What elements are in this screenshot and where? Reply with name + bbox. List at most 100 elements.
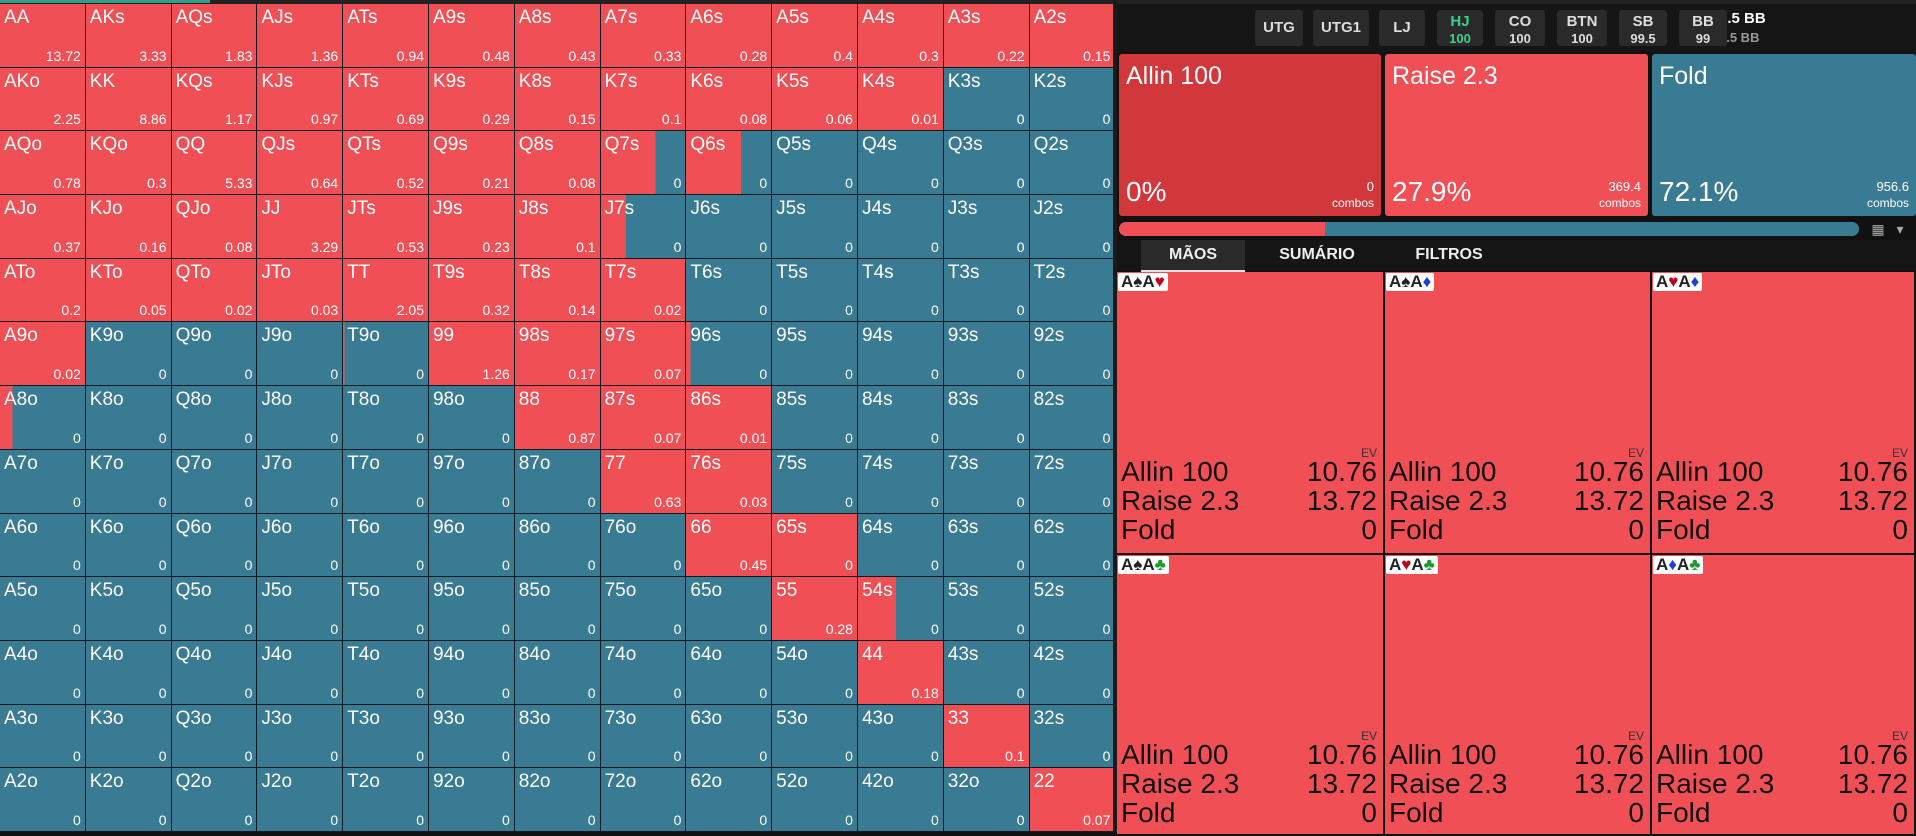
position-bb[interactable]: BB 99	[1679, 10, 1727, 46]
range-cell[interactable]: Q2o 0	[171, 768, 258, 832]
range-cell[interactable]: Q4s 0	[857, 131, 944, 196]
position-hj[interactable]: HJ 100	[1437, 10, 1483, 46]
range-cell[interactable]: K7s 0.1	[600, 67, 687, 132]
range-cell[interactable]: J2o 0	[257, 768, 344, 832]
range-cell[interactable]: 66 0.45	[686, 513, 773, 578]
range-cell[interactable]: 86o 0	[514, 513, 601, 578]
range-cell[interactable]: JTo 0.03	[257, 258, 344, 323]
range-cell[interactable]: J6s 0	[686, 195, 773, 259]
range-cell[interactable]: KJs 0.97	[257, 67, 344, 132]
range-cell[interactable]: 86s 0.01	[686, 386, 773, 450]
range-cell[interactable]: 85o 0	[514, 577, 601, 641]
range-cell[interactable]: 85s 0	[772, 386, 858, 450]
range-cell[interactable]: J7o 0	[257, 449, 344, 514]
range-cell[interactable]: 95s 0	[772, 322, 858, 387]
range-cell[interactable]: T6s 0	[686, 258, 773, 323]
range-cell[interactable]: KTo 0.05	[85, 258, 172, 323]
range-cell[interactable]: Q9o 0	[171, 322, 258, 387]
range-cell[interactable]: A7s 0.33	[600, 4, 687, 68]
range-cell[interactable]: 84o 0	[514, 640, 601, 705]
range-cell[interactable]: 92o 0	[428, 768, 515, 832]
hand-combo-card[interactable]: A♠A♣ EV Allin 100 10.76 Raise 2.3 13.72 Fold 0	[1117, 555, 1385, 836]
range-cell[interactable]: 75s 0	[772, 449, 858, 514]
range-cell[interactable]: 33 0.1	[943, 704, 1030, 769]
range-cell[interactable]: 96s 0	[686, 322, 773, 387]
range-cell[interactable]: T6o 0	[343, 513, 429, 578]
range-cell[interactable]: 87s 0.07	[600, 386, 687, 450]
range-cell[interactable]: Q5o 0	[171, 577, 258, 641]
range-cell[interactable]: KJo 0.16	[85, 195, 172, 259]
range-cell[interactable]: 92s 0	[1029, 322, 1116, 387]
action-card-allin[interactable]: Allin 100 0% 0 combos	[1119, 54, 1381, 216]
chevron-down-icon[interactable]: ▾	[1891, 221, 1909, 237]
range-cell[interactable]: Q7s 0	[600, 131, 687, 196]
range-cell[interactable]: Q4o 0	[171, 640, 258, 705]
range-cell[interactable]: J3o 0	[257, 704, 344, 769]
range-cell[interactable]: KTs 0.69	[343, 67, 429, 132]
range-cell[interactable]: 65s 0	[772, 513, 858, 578]
range-cell[interactable]: QTo 0.02	[171, 258, 258, 323]
position-utg[interactable]: UTG	[1255, 10, 1303, 46]
range-cell[interactable]: JJ 3.29	[257, 195, 344, 259]
range-cell[interactable]: 97s 0.07	[600, 322, 687, 387]
range-cell[interactable]: K2s 0	[1029, 67, 1116, 132]
range-cell[interactable]: 42o 0	[857, 768, 944, 832]
range-cell[interactable]: 63o 0	[686, 704, 773, 769]
range-cell[interactable]: A8o 0	[0, 386, 86, 450]
position-sb[interactable]: SB 99.5	[1619, 10, 1667, 46]
range-cell[interactable]: 82s 0	[1029, 386, 1116, 450]
range-cell[interactable]: J9s 0.23	[428, 195, 515, 259]
range-cell[interactable]: 88 0.87	[514, 386, 601, 450]
range-cell[interactable]: T2o 0	[343, 768, 429, 832]
range-cell[interactable]: J9o 0	[257, 322, 344, 387]
range-cell[interactable]: A5o 0	[0, 577, 86, 641]
range-cell[interactable]: J5s 0	[772, 195, 858, 259]
range-cell[interactable]: AKo 2.25	[0, 67, 86, 132]
range-cell[interactable]: 53s 0	[943, 577, 1030, 641]
range-cell[interactable]: 43o 0	[857, 704, 944, 769]
range-cell[interactable]: J7s 0	[600, 195, 687, 259]
range-cell[interactable]: Q6o 0	[171, 513, 258, 578]
position-co[interactable]: CO 100	[1495, 10, 1545, 46]
grid-view-icon[interactable]: ▦	[1869, 221, 1887, 237]
range-cell[interactable]: 94s 0	[857, 322, 944, 387]
range-cell[interactable]: 54s 0	[857, 577, 944, 641]
range-cell[interactable]: 72s 0	[1029, 449, 1116, 514]
action-card-fold[interactable]: Fold 72.1% 956.6 combos	[1652, 54, 1916, 216]
hand-combo-card[interactable]: A♦A♣ EV Allin 100 10.76 Raise 2.3 13.72 Fold 0	[1652, 555, 1916, 836]
position-utg1[interactable]: UTG1	[1313, 10, 1369, 46]
range-cell[interactable]: 74o 0	[600, 640, 687, 705]
range-cell[interactable]: ATo 0.2	[0, 258, 86, 323]
range-cell[interactable]: 77 0.63	[600, 449, 687, 514]
range-cell[interactable]: AQs 1.83	[171, 4, 258, 68]
range-cell[interactable]: ATs 0.94	[343, 4, 429, 68]
range-cell[interactable]: 97o 0	[428, 449, 515, 514]
range-cell[interactable]: A8s 0.43	[514, 4, 601, 68]
range-cell[interactable]: K8s 0.15	[514, 67, 601, 132]
range-cell[interactable]: 65o 0	[686, 577, 773, 641]
range-cell[interactable]: T5o 0	[343, 577, 429, 641]
range-cell[interactable]: AJo 0.37	[0, 195, 86, 259]
range-cell[interactable]: 98s 0.17	[514, 322, 601, 387]
range-cell[interactable]: 44 0.18	[857, 640, 944, 705]
range-cell[interactable]: K6o 0	[85, 513, 172, 578]
range-cell[interactable]: Q3s 0	[943, 131, 1030, 196]
hand-combo-card[interactable]: A♠A♥ EV Allin 100 10.76 Raise 2.3 13.72 Fold 0	[1117, 272, 1385, 555]
range-cell[interactable]: T2s 0	[1029, 258, 1116, 323]
range-cell[interactable]: K4o 0	[85, 640, 172, 705]
range-cell[interactable]: J3s 0	[943, 195, 1030, 259]
range-cell[interactable]: AA 13.72	[0, 4, 86, 68]
range-cell[interactable]: T9s 0.32	[428, 258, 515, 323]
hand-combo-card[interactable]: A♥A♦ EV Allin 100 10.76 Raise 2.3 13.72 Fold 0	[1652, 272, 1916, 555]
range-cell[interactable]: 76o 0	[600, 513, 687, 578]
range-cell[interactable]: J6o 0	[257, 513, 344, 578]
range-cell[interactable]: A2s 0.15	[1029, 4, 1116, 68]
range-cell[interactable]: K2o 0	[85, 768, 172, 832]
range-cell[interactable]: T5s 0	[772, 258, 858, 323]
range-cell[interactable]: 99 1.26	[428, 322, 515, 387]
range-cell[interactable]: 93s 0	[943, 322, 1030, 387]
range-cell[interactable]: T7o 0	[343, 449, 429, 514]
range-cell[interactable]: 62s 0	[1029, 513, 1116, 578]
range-cell[interactable]: K6s 0.08	[686, 67, 773, 132]
range-cell[interactable]: QQ 5.33	[171, 131, 258, 196]
